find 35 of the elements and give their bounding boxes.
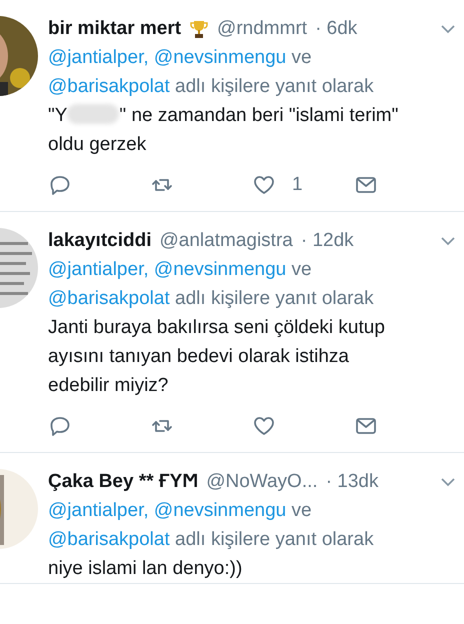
- tweet-text: "Y " ne zamandan beri "islami terim" oldu gerzek: [48, 103, 400, 157]
- like-count: 1: [292, 172, 303, 197]
- user-name[interactable]: bir miktar mert: [48, 14, 182, 43]
- user-handle[interactable]: @rndmmrt: [217, 14, 308, 43]
- mention-link[interactable]: @jantialper,: [48, 47, 149, 68]
- reply-label: ve: [292, 500, 312, 521]
- user-handle[interactable]: @anlatmagistra: [160, 226, 293, 255]
- timestamp[interactable]: · 12dk: [300, 226, 354, 255]
- chevron-down-icon[interactable]: [440, 236, 456, 246]
- mention-link[interactable]: @barisakpolat: [48, 529, 170, 550]
- chevron-down-icon[interactable]: [440, 24, 456, 34]
- reply-label: adlı kişilere yanıt olarak: [175, 529, 374, 550]
- mention-link[interactable]: @nevsinmengu: [154, 259, 286, 280]
- reply-label: ve: [292, 47, 312, 68]
- reply-icon[interactable]: [48, 173, 72, 197]
- mention-link[interactable]: @nevsinmengu: [154, 500, 286, 521]
- timestamp[interactable]: · 13dk: [326, 467, 378, 496]
- user-name[interactable]: lakayıtciddi: [48, 226, 152, 255]
- mention-link[interactable]: @barisakpolat: [48, 76, 170, 97]
- tweet-text: niye islami lan denyo:)): [48, 557, 244, 581]
- reply-label: adlı kişilere yanıt olarak: [175, 288, 374, 309]
- tweet-text: Janti buraya bakılırsa seni çöldeki kutup ayısını tanıyan bedevi olarak istihza edebilir miyiz?: [48, 316, 386, 398]
- chevron-down-icon[interactable]: [440, 476, 456, 486]
- user-name[interactable]: Çaka Bey ** ҒΥϺ: [48, 467, 198, 496]
- timestamp[interactable]: · 6dk: [315, 14, 358, 43]
- mention-link[interactable]: @barisakpolat: [48, 288, 170, 309]
- reply-label: adlı kişilere yanıt olarak: [175, 76, 374, 97]
- mention-link[interactable]: @jantialper,: [48, 259, 149, 280]
- user-handle[interactable]: @NoWayO...: [206, 467, 318, 496]
- like-icon[interactable]: [252, 173, 276, 197]
- mention-link[interactable]: @nevsinmengu: [154, 47, 286, 68]
- mention-link[interactable]: @jantialper,: [48, 500, 149, 521]
- reply-icon[interactable]: [48, 414, 72, 438]
- reply-label: ve: [292, 259, 312, 280]
- like-icon[interactable]: [252, 414, 276, 438]
